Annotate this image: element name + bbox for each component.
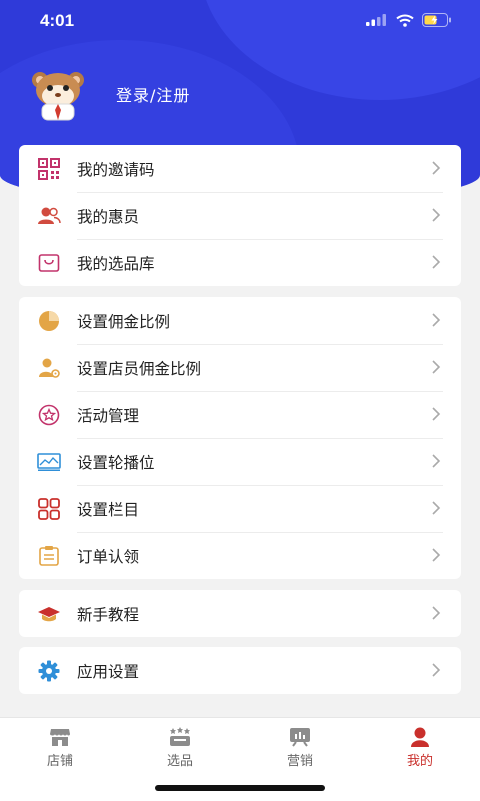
home-indicator	[155, 785, 325, 791]
menu-item-activity-management[interactable]: 活动管理	[19, 391, 461, 438]
login-register-link[interactable]: 登录/注册	[116, 82, 190, 106]
chevron-right-icon	[432, 606, 441, 620]
menu-item-product-library[interactable]: 我的选品库	[19, 239, 461, 286]
clipboard-icon	[37, 544, 61, 568]
bag-icon	[37, 251, 61, 275]
tab-label: 店铺	[46, 754, 73, 769]
menu-item-beginner-tutorial[interactable]: 新手教程	[19, 590, 461, 637]
menu-item-banner-settings[interactable]: 设置轮播位	[19, 438, 461, 485]
chevron-right-icon	[432, 407, 441, 421]
menu-card-settings: 设置佣金比例 设置店员佣金比例 活动管理 设置轮播位 设置栏目 订单认领	[19, 297, 461, 579]
tab-store[interactable]: 店铺	[0, 726, 120, 769]
signal-icon	[366, 14, 386, 26]
chevron-right-icon	[432, 548, 441, 562]
menu-item-label: 设置栏目	[77, 500, 140, 519]
chevron-right-icon	[432, 360, 441, 374]
user-gear-icon	[37, 356, 61, 380]
products-icon	[170, 727, 190, 746]
menu-item-label: 新手教程	[77, 605, 140, 624]
tab-label: 营销	[286, 754, 313, 769]
marketing-icon	[290, 728, 310, 747]
menu-card-account: 我的邀请码 我的惠员 我的选品库	[19, 145, 461, 286]
tab-marketing[interactable]: 营销	[240, 726, 360, 769]
menu-item-column-settings[interactable]: 设置栏目	[19, 485, 461, 532]
qr-code-icon	[37, 157, 61, 181]
menu-card-app-settings: 应用设置	[19, 647, 461, 694]
profile-section[interactable]: 登录/注册	[28, 66, 190, 122]
chevron-right-icon	[432, 161, 441, 175]
menu-card-tutorial: 新手教程	[19, 590, 461, 637]
menu-item-commission-ratio[interactable]: 设置佣金比例	[19, 297, 461, 344]
tab-profile[interactable]: 我的	[360, 726, 480, 769]
menu-item-order-claim[interactable]: 订单认领	[19, 532, 461, 579]
menu-item-label: 活动管理	[77, 406, 140, 425]
menu-item-label: 设置佣金比例	[77, 312, 171, 331]
menu-item-app-settings[interactable]: 应用设置	[19, 647, 461, 694]
chevron-right-icon	[432, 208, 441, 222]
chevron-right-icon	[432, 501, 441, 515]
menu-item-my-members[interactable]: 我的惠员	[19, 192, 461, 239]
menu-item-label: 订单认领	[77, 547, 140, 566]
menu-item-invite-code[interactable]: 我的邀请码	[19, 145, 461, 192]
profile-icon	[411, 727, 429, 747]
store-icon	[50, 729, 70, 746]
chevron-right-icon	[432, 255, 441, 269]
status-time: 4:01	[40, 11, 75, 30]
menu-item-label: 应用设置	[77, 662, 140, 681]
chevron-right-icon	[432, 454, 441, 468]
gear-icon	[37, 659, 61, 683]
menu-item-staff-commission-ratio[interactable]: 设置店员佣金比例	[19, 344, 461, 391]
chevron-right-icon	[432, 663, 441, 677]
image-banner-icon	[37, 450, 61, 474]
status-bar: 4:01	[0, 0, 480, 44]
avatar	[32, 72, 84, 121]
tab-products[interactable]: 选品	[120, 726, 240, 769]
star-badge-icon	[37, 403, 61, 427]
tab-label: 我的	[406, 754, 433, 769]
menu-item-label: 设置店员佣金比例	[77, 359, 202, 378]
menu-item-label: 我的邀请码	[77, 160, 155, 179]
wifi-icon	[396, 14, 414, 27]
battery-icon	[422, 13, 451, 27]
tab-label: 选品	[166, 754, 193, 769]
pie-chart-icon	[37, 309, 61, 333]
users-icon	[37, 204, 61, 228]
grid-icon	[37, 497, 61, 521]
menu-item-label: 我的选品库	[77, 254, 155, 273]
chevron-right-icon	[432, 313, 441, 327]
graduation-cap-icon	[37, 602, 61, 626]
menu-item-label: 我的惠员	[77, 207, 140, 226]
menu-item-label: 设置轮播位	[77, 453, 155, 472]
